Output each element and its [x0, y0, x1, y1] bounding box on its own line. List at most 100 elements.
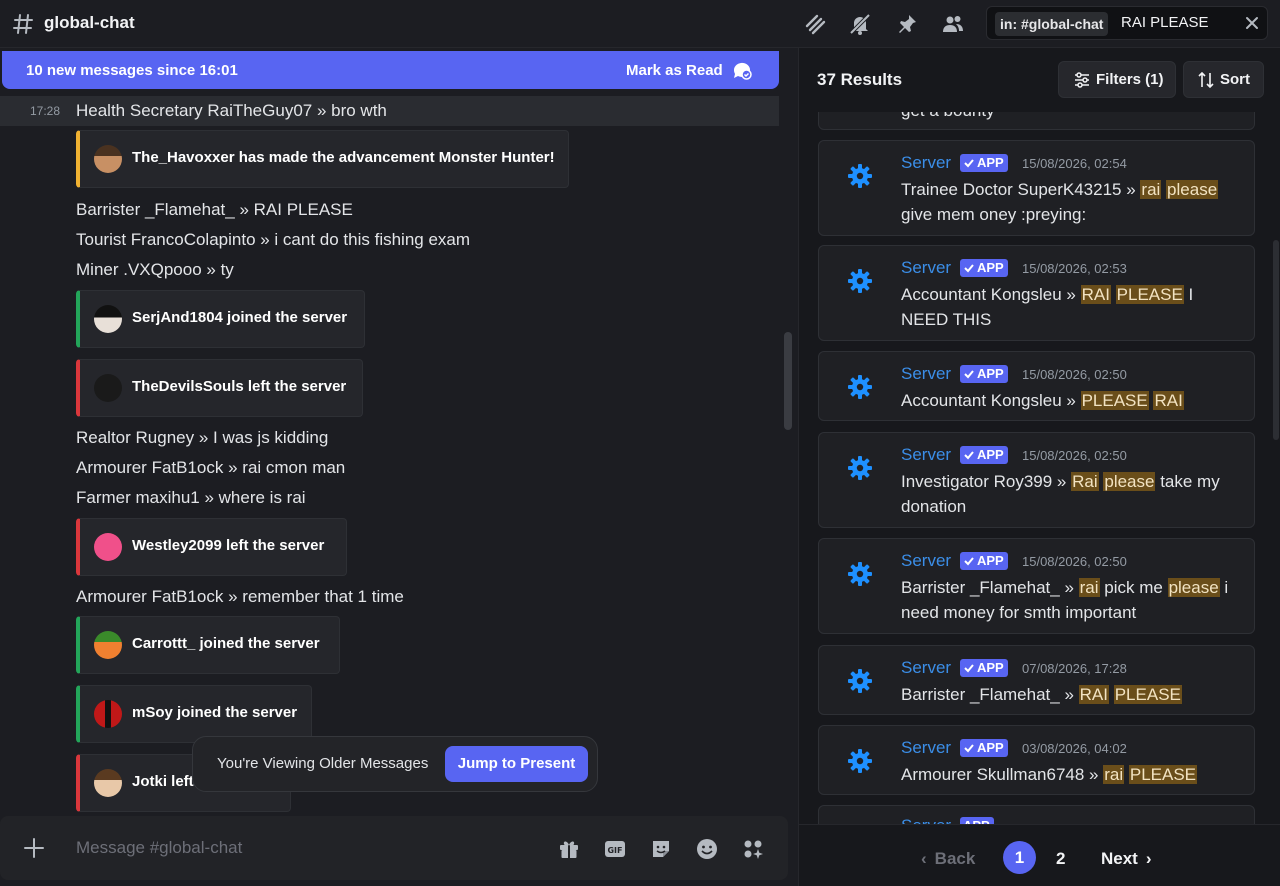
apps-icon[interactable]: [742, 838, 764, 860]
message-composer[interactable]: GIF: [0, 816, 788, 880]
result-timestamp: 07/08/2026, 17:28: [1022, 661, 1127, 676]
clear-search-icon[interactable]: [1245, 16, 1259, 30]
filters-label[interactable]: Filters (1): [1096, 62, 1164, 97]
channel-header: global-chat in: #global-chat RAI PLEASE: [0, 0, 1280, 48]
system-embed[interactable]: The_Havoxxer has made the advancement Mo…: [76, 130, 569, 188]
gear-icon: [847, 748, 873, 774]
mark-read-icon[interactable]: [732, 60, 752, 80]
sort-button[interactable]: Sort: [1183, 61, 1264, 98]
result-author[interactable]: Server: [901, 445, 951, 465]
result-card[interactable]: Server APP 07/08/2026, 17:28 Barrister _Fla…: [818, 645, 1255, 715]
result-card[interactable]: get a bounty: [818, 112, 1255, 130]
result-card[interactable]: Server APP 15/08/2026, 02:54 Trainee Doctor…: [818, 140, 1255, 236]
result-author[interactable]: Server: [901, 658, 951, 678]
result-text: Trainee Doctor SuperK43215 » rai please …: [901, 180, 1219, 224]
result-author[interactable]: Server: [901, 738, 951, 758]
results-scrollbar[interactable]: [1273, 240, 1279, 440]
gear-icon: [847, 561, 873, 587]
result-timestamp: 15/08/2026, 02:53: [1022, 261, 1127, 276]
result-timestamp: 03/08/2026, 04:02: [1022, 741, 1127, 756]
chat-scrollbar[interactable]: [784, 332, 792, 430]
result-card[interactable]: Server APP 15/08/2026, 02:50 Investigator R…: [818, 432, 1255, 528]
result-card[interactable]: Server APP 15/08/2026, 02:53 Accountant Kon…: [818, 245, 1255, 341]
join-embed[interactable]: Carrottt_ joined the server: [76, 616, 340, 674]
join-embed[interactable]: SerjAnd1804 joined the server: [76, 290, 365, 348]
filters-button[interactable]: Filters (1): [1058, 61, 1176, 98]
app-badge: APP: [960, 259, 1008, 277]
app-badge: APP: [960, 659, 1008, 677]
message-input[interactable]: [76, 834, 516, 862]
result-author[interactable]: Server: [901, 551, 951, 571]
older-messages-text: You're Viewing Older Messages: [217, 755, 429, 772]
pin-icon[interactable]: [896, 13, 918, 35]
avatar[interactable]: [94, 374, 122, 402]
threads-icon[interactable]: [804, 13, 826, 35]
svg-text:GIF: GIF: [607, 846, 622, 855]
sort-label[interactable]: Sort: [1220, 62, 1250, 97]
message-text: Barrister _Flamehat_ » RAI PLEASE: [76, 200, 353, 219]
message-text: Health Secretary RaiTheGuy07 » bro wth: [76, 101, 387, 120]
channel-title: global-chat: [44, 13, 135, 32]
next-button[interactable]: Next ›: [1101, 849, 1152, 869]
embed-text: Westley2099 left the server: [132, 537, 325, 554]
result-text: Barrister _Flamehat_ » RAI PLEASE: [901, 685, 1182, 704]
search-scope-chip[interactable]: in: #global-chat: [995, 12, 1109, 36]
new-messages-text[interactable]: 10 new messages since 16:01: [26, 62, 238, 79]
result-timestamp: 15/08/2026, 02:50: [1022, 448, 1127, 463]
page-2-button[interactable]: 2: [1056, 849, 1065, 869]
avatar[interactable]: [94, 145, 122, 173]
sticker-icon[interactable]: [650, 838, 672, 860]
search-highlight: RAI: [1080, 285, 1111, 304]
leave-embed[interactable]: Westley2099 left the server: [76, 518, 347, 576]
gif-icon[interactable]: GIF: [604, 838, 626, 860]
jump-to-present-button[interactable]: Jump to Present: [445, 746, 588, 782]
result-author[interactable]: Server: [901, 258, 951, 278]
search-highlight: please: [1166, 180, 1219, 199]
result-author[interactable]: Server: [901, 816, 951, 824]
message-timestamp: 17:28: [30, 104, 61, 118]
embed-text: The_Havoxxer has made the advancement Mo…: [132, 149, 555, 166]
embed-text: Carrottt_ joined the server: [132, 635, 320, 652]
message-text: Realtor Rugney » I was js kidding: [76, 428, 329, 447]
gear-icon: [847, 163, 873, 189]
join-embed[interactable]: mSoy joined the server: [76, 685, 312, 743]
message-text: Armourer FatB1ock » rai cmon man: [76, 458, 346, 477]
result-text: Armourer Skullman6748 » rai PLEASE: [901, 765, 1198, 784]
gift-icon[interactable]: [558, 838, 580, 860]
search-query[interactable]: RAI PLEASE: [1121, 14, 1209, 31]
avatar[interactable]: [94, 631, 122, 659]
app-badge: APP: [960, 552, 1008, 570]
result-card[interactable]: Server APP: [818, 805, 1255, 824]
avatar[interactable]: [94, 700, 122, 728]
page-1-button[interactable]: 1: [1003, 841, 1036, 874]
leave-embed[interactable]: TheDevilsSouls left the server: [76, 359, 363, 417]
search-highlight: RAI: [1078, 685, 1109, 704]
avatar[interactable]: [94, 305, 122, 333]
search-highlight: rai: [1078, 578, 1100, 597]
result-card[interactable]: Server APP 15/08/2026, 02:50 Barrister _Fla…: [818, 538, 1255, 634]
app-badge: APP: [960, 446, 1008, 464]
result-text: Accountant Kongsleu » RAI PLEASE I NEED …: [901, 285, 1194, 329]
result-count: 37 Results: [817, 70, 903, 89]
result-text: Accountant Kongsleu » PLEASE RAI: [901, 391, 1184, 410]
result-author[interactable]: Server: [901, 153, 951, 173]
mark-as-read-button[interactable]: Mark as Read: [626, 62, 723, 79]
message-text: Miner .VXQpooo » ty: [76, 260, 234, 279]
app-badge: APP: [960, 154, 1008, 172]
avatar[interactable]: [94, 769, 122, 797]
result-author[interactable]: Server: [901, 364, 951, 384]
back-button[interactable]: ‹ Back: [921, 849, 975, 869]
search-box[interactable]: in: #global-chat RAI PLEASE: [986, 6, 1268, 40]
result-card[interactable]: Server APP 03/08/2026, 04:02 Armourer Skull…: [818, 725, 1255, 795]
search-highlight: RAI: [1153, 391, 1184, 410]
app-badge: APP: [960, 817, 994, 824]
plus-icon[interactable]: [22, 836, 46, 860]
notification-muted-icon[interactable]: [849, 13, 871, 35]
results-list: get a bounty Server APP 15/08/2026, 02:54 T…: [799, 112, 1280, 824]
message-text: Tourist FrancoColapinto » i cant do this…: [76, 230, 471, 249]
new-messages-bar[interactable]: 10 new messages since 16:01 Mark as Read: [2, 51, 779, 89]
avatar[interactable]: [94, 533, 122, 561]
member-list-icon[interactable]: [942, 13, 964, 35]
result-card[interactable]: Server APP 15/08/2026, 02:50 Accountant Kon…: [818, 351, 1255, 421]
emoji-icon[interactable]: [696, 838, 718, 860]
